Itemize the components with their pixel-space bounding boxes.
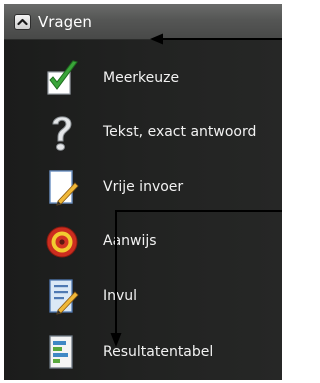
question-mark-icon [52,116,72,151]
list-item-label: Vrije invoer [103,179,184,195]
list-item-label: Meerkeuze [103,70,180,86]
target-icon [46,226,78,258]
list-item-meerkeuze[interactable]: Meerkeuze [4,52,282,106]
list-item-invul[interactable]: Invul [4,270,282,324]
panel-title: Vragen [38,13,92,31]
list-item-resultatentabel[interactable]: Resultatentabel [4,326,282,380]
form-pencil-icon [49,279,79,315]
list-item-vrije-invoer[interactable]: Vrije invoer [4,161,282,215]
list-item-label: Resultatentabel [103,344,214,360]
list-item-tekst-exact-antwoord[interactable]: Tekst, exact antwoord [4,106,282,160]
list-item-label: Tekst, exact antwoord [103,124,257,140]
results-table-icon [49,335,73,369]
collapse-button[interactable] [14,14,31,30]
list-item-label: Invul [103,288,138,304]
list-item-label: Aanwijs [103,233,157,249]
screenshot-frame: Vragen Meerkeuze Tekst, exact antwoord V… [0,0,282,383]
question-types-panel: Vragen Meerkeuze Tekst, exact antwoord V… [4,4,282,380]
green-checkmark-icon [47,60,78,95]
chevron-up-icon [17,18,28,26]
notepad-pencil-icon [49,170,79,206]
list-item-aanwijs[interactable]: Aanwijs [4,215,282,269]
panel-header[interactable]: Vragen [4,4,282,40]
